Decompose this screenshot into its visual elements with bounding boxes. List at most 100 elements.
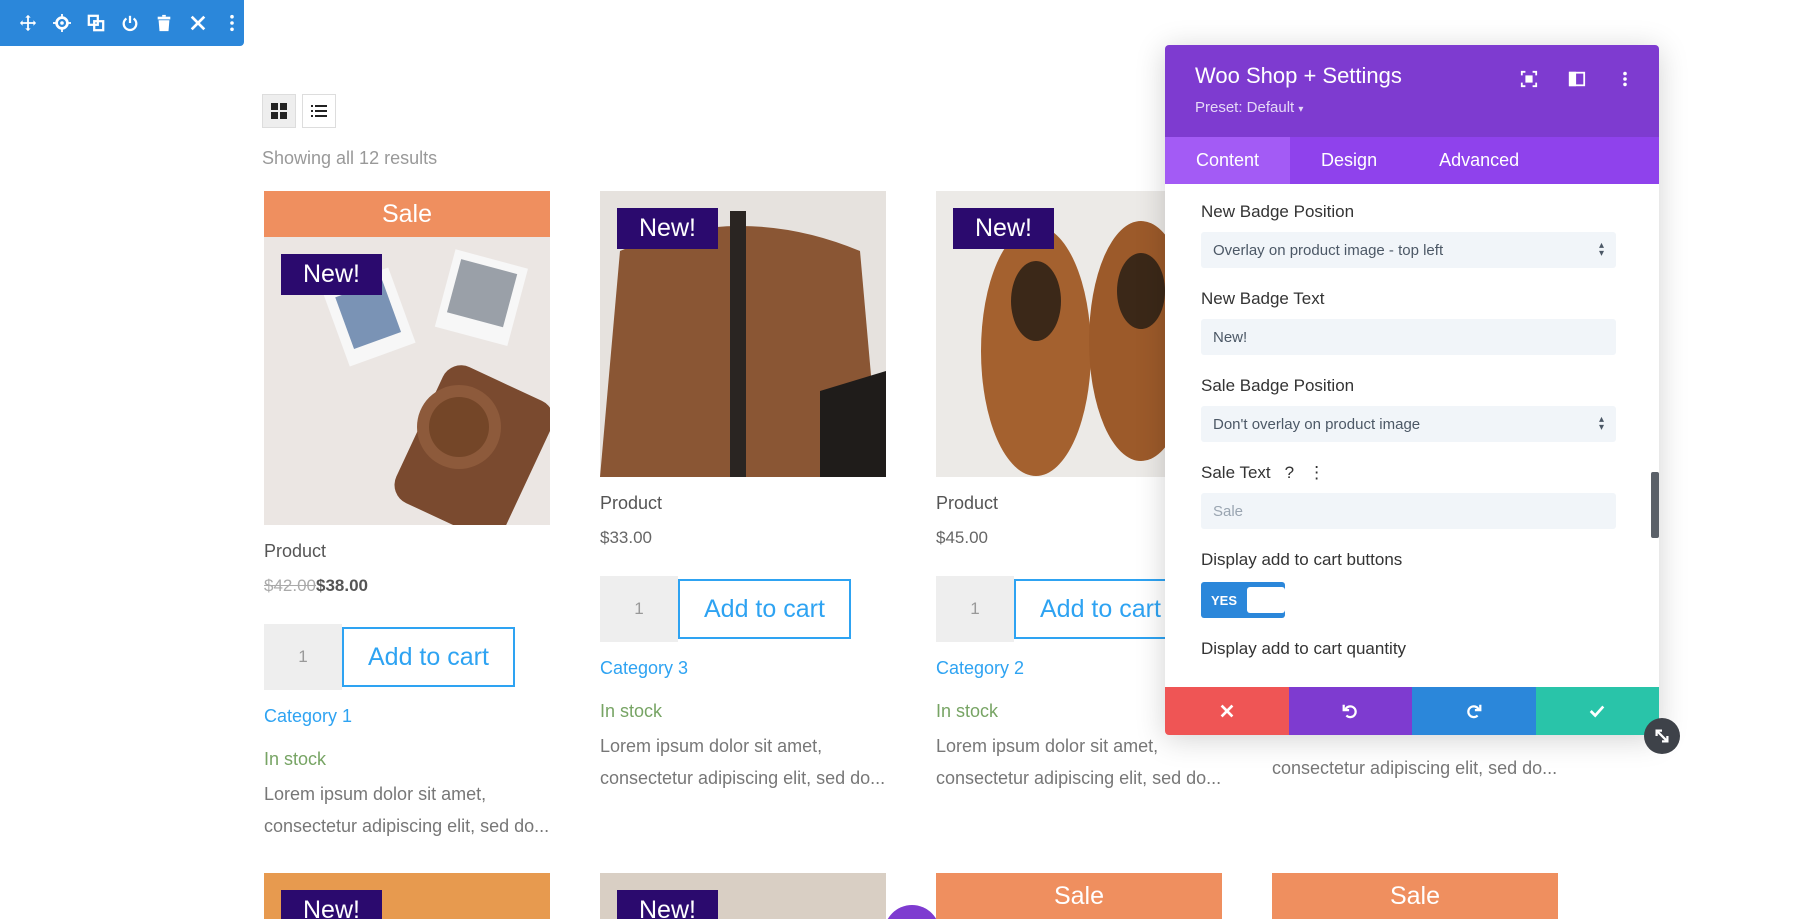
toggle-label: YES bbox=[1211, 592, 1238, 608]
product-description: consectetur adipiscing elit, sed do... bbox=[1272, 758, 1558, 778]
category-link[interactable]: Category 1 bbox=[264, 706, 550, 727]
product-description: Lorem ipsum dolor sit amet, consectetur … bbox=[264, 778, 550, 842]
new-badge-text-input[interactable]: New! bbox=[1201, 319, 1616, 355]
product-description: Lorem ipsum dolor sit amet, consectetur … bbox=[600, 730, 886, 794]
field-new-badge-text: New Badge Text New! bbox=[1201, 289, 1623, 355]
panel-scrollbar[interactable] bbox=[1651, 472, 1659, 538]
add-to-cart-button[interactable]: Add to cart bbox=[678, 579, 851, 639]
help-icon[interactable]: ? bbox=[1285, 463, 1294, 483]
product-card: New! Product $33.00 1 Add to cart Catego… bbox=[600, 191, 886, 794]
product-description: Lorem ipsum dolor sit amet, consectetur … bbox=[936, 730, 1222, 794]
sale-badge-position-select[interactable]: Don't overlay on product image ▴ ▾ bbox=[1201, 406, 1616, 442]
more-vertical-icon[interactable]: ⋮ bbox=[1308, 463, 1325, 483]
product-price: $42.00$38.00 bbox=[264, 576, 550, 596]
stock-status: In stock bbox=[264, 749, 327, 769]
trash-icon[interactable] bbox=[154, 13, 174, 33]
settings-panel: Woo Shop + Settings Preset: Default ▾ Co… bbox=[1165, 45, 1659, 735]
panel-footer bbox=[1165, 687, 1659, 735]
check-icon bbox=[1589, 705, 1605, 718]
tab-advanced[interactable]: Advanced bbox=[1408, 137, 1550, 184]
panel-tabs: Content Design Advanced bbox=[1165, 137, 1659, 184]
move-icon[interactable] bbox=[18, 13, 38, 33]
gear-icon[interactable] bbox=[52, 13, 72, 33]
new-badge: New! bbox=[617, 208, 718, 249]
field-label-row: Sale Text ? ⋮ bbox=[1201, 463, 1623, 483]
discard-button[interactable] bbox=[1165, 687, 1289, 735]
category-link[interactable]: Category 3 bbox=[600, 658, 886, 679]
sidebar-layout-icon[interactable] bbox=[1565, 67, 1589, 91]
list-view-icon[interactable] bbox=[302, 94, 336, 128]
sale-price: $38.00 bbox=[316, 576, 368, 595]
product-title[interactable]: Product bbox=[264, 541, 550, 562]
sale-banner: Sale bbox=[936, 873, 1222, 919]
duplicate-icon[interactable] bbox=[86, 13, 106, 33]
add-section-button[interactable] bbox=[884, 905, 940, 919]
quantity-input[interactable]: 1 bbox=[264, 624, 342, 690]
new-badge: New! bbox=[953, 208, 1054, 249]
sale-text-input[interactable]: Sale bbox=[1201, 493, 1616, 529]
desc-line: consectetur adipiscing elit, sed do... bbox=[600, 768, 886, 788]
product-image[interactable]: New! bbox=[264, 873, 550, 919]
close-icon[interactable] bbox=[188, 13, 208, 33]
quantity-input[interactable]: 1 bbox=[936, 576, 1014, 642]
desc-line: Lorem ipsum dolor sit amet, bbox=[264, 784, 487, 804]
undo-button[interactable] bbox=[1288, 687, 1412, 735]
tab-design[interactable]: Design bbox=[1290, 137, 1408, 184]
field-sale-text: Sale Text ? ⋮ Sale bbox=[1201, 463, 1623, 529]
field-label: Sale Text bbox=[1201, 463, 1271, 482]
add-to-cart-button[interactable]: Add to cart bbox=[342, 627, 515, 687]
preset-dropdown[interactable]: Preset: Default ▾ bbox=[1195, 99, 1629, 116]
field-new-badge-position: New Badge Position Overlay on product im… bbox=[1201, 202, 1623, 268]
product-title[interactable]: Product bbox=[600, 493, 886, 514]
new-badge: New! bbox=[281, 254, 382, 295]
field-display-qty: Display add to cart quantity bbox=[1201, 639, 1623, 659]
power-icon[interactable] bbox=[120, 13, 140, 33]
grid-view-icon[interactable] bbox=[262, 94, 296, 128]
field-sale-badge-position: Sale Badge Position Don't overlay on pro… bbox=[1201, 376, 1623, 442]
redo-icon bbox=[1466, 704, 1482, 719]
product-card: Sale New! Product $42.00$38.00 1 Add to … bbox=[264, 191, 550, 842]
caret-down-icon: ▾ bbox=[1298, 104, 1304, 115]
desc-line: consectetur adipiscing elit, sed do... bbox=[264, 816, 550, 836]
desc-line: Lorem ipsum dolor sit amet, bbox=[600, 736, 823, 756]
cart-row: 1 Add to cart bbox=[600, 576, 886, 642]
quantity-input[interactable]: 1 bbox=[600, 576, 678, 642]
focus-icon[interactable] bbox=[1517, 67, 1541, 91]
select-arrows-icon: ▴ ▾ bbox=[1598, 414, 1604, 433]
field-label: New Badge Text bbox=[1201, 289, 1325, 308]
redo-button[interactable] bbox=[1412, 687, 1536, 735]
select-value: Overlay on product image - top left bbox=[1213, 241, 1444, 259]
old-price: $42.00 bbox=[264, 576, 316, 595]
panel-header-icons bbox=[1517, 67, 1637, 91]
field-label: Display add to cart quantity bbox=[1201, 639, 1407, 658]
desc-line: consectetur adipiscing elit, sed do... bbox=[936, 768, 1222, 788]
new-badge: New! bbox=[617, 890, 718, 919]
tab-content[interactable]: Content bbox=[1165, 137, 1291, 184]
page: Showing all 12 results Sale New! Product… bbox=[0, 0, 1800, 919]
product-card: New! bbox=[600, 873, 886, 919]
resize-icon[interactable] bbox=[1644, 718, 1680, 754]
sale-banner: Sale bbox=[1272, 873, 1558, 919]
module-toolbar bbox=[0, 0, 244, 46]
more-vertical-icon[interactable] bbox=[222, 13, 242, 33]
field-label: Display add to cart buttons bbox=[1201, 550, 1403, 569]
select-value: Don't overlay on product image bbox=[1213, 415, 1421, 433]
add-to-cart-button[interactable]: Add to cart bbox=[1014, 579, 1187, 639]
panel-header[interactable]: Woo Shop + Settings Preset: Default ▾ bbox=[1165, 45, 1659, 137]
sale-banner: Sale bbox=[264, 191, 550, 237]
field-display-add-to-cart: Display add to cart buttons YES bbox=[1201, 550, 1623, 618]
new-badge-position-select[interactable]: Overlay on product image - top left ▴ ▾ bbox=[1201, 232, 1616, 268]
panel-body: New Badge Position Overlay on product im… bbox=[1165, 184, 1659, 689]
product-price: $33.00 bbox=[600, 528, 652, 547]
view-toggle bbox=[262, 94, 336, 128]
product-image[interactable]: New! bbox=[600, 191, 886, 477]
preset-label: Preset: Default bbox=[1195, 99, 1295, 116]
add-to-cart-toggle[interactable]: YES bbox=[1201, 582, 1285, 618]
more-vertical-icon[interactable] bbox=[1613, 67, 1637, 91]
product-image[interactable]: New! bbox=[600, 873, 886, 919]
save-button[interactable] bbox=[1535, 687, 1659, 735]
product-image[interactable]: New! bbox=[264, 237, 550, 525]
product-card: New! bbox=[264, 873, 550, 919]
stock-status: In stock bbox=[600, 701, 663, 721]
undo-icon bbox=[1342, 704, 1358, 719]
